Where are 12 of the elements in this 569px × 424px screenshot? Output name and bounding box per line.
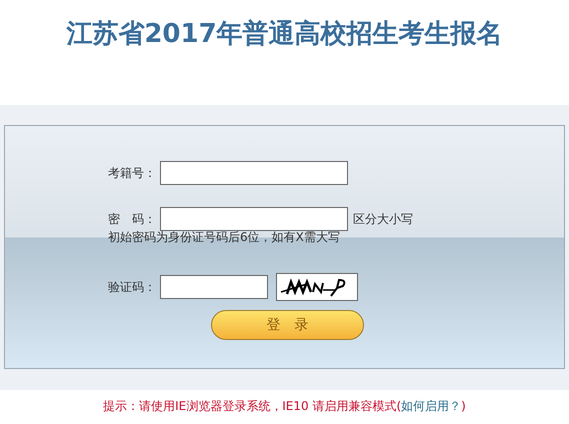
field-label: 考籍号： xyxy=(108,164,157,182)
field-note: 区分大小写 xyxy=(353,210,413,228)
login-button[interactable]: 登 录 xyxy=(211,310,364,340)
field-label: 密 码： xyxy=(108,210,157,228)
page-title: 江苏省2017年普通高校招生考生报名 xyxy=(65,18,504,51)
input-field[interactable] xyxy=(160,161,348,185)
field-label: 验证码： xyxy=(108,278,157,296)
captcha-field[interactable] xyxy=(160,275,268,299)
field-hint: 初始密码为身份证号码后6位，如有X需大写 xyxy=(108,229,341,246)
password-field[interactable] xyxy=(160,207,348,231)
notice-text: 提示：请使用IE浏览器登录系统，IE10 请启用兼容模式(如何启用？) xyxy=(102,398,467,415)
help-link[interactable]: 如何启用？ xyxy=(401,399,462,413)
